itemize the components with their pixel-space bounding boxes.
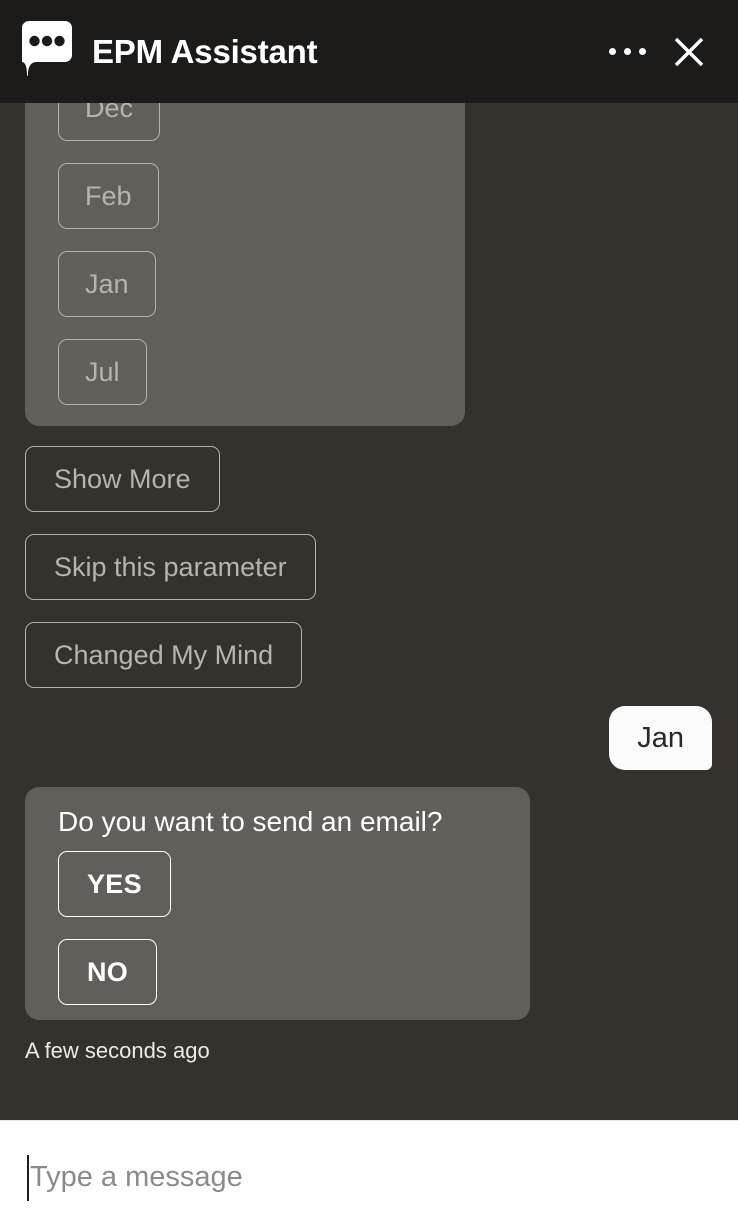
option-row: Jul xyxy=(58,339,465,405)
month-option-chip[interactable]: Dec xyxy=(58,103,161,141)
skip-this-parameter-button[interactable]: Skip this parameter xyxy=(25,534,316,600)
message-input[interactable] xyxy=(27,1161,670,1194)
menu-dot xyxy=(623,48,631,55)
option-row: Dec xyxy=(58,103,465,163)
month-option-chip[interactable]: Jan xyxy=(58,251,156,317)
close-icon[interactable] xyxy=(662,25,716,79)
confirm-prompt-text: Do you want to send an email? xyxy=(58,806,443,837)
month-option-chip[interactable]: Jul xyxy=(58,339,147,405)
confirm-no-button[interactable]: NO xyxy=(58,939,158,1005)
option-row: YES xyxy=(58,851,530,939)
page-title: EPM Assistant xyxy=(92,32,318,70)
user-message: Jan xyxy=(609,706,712,770)
confirm-yes-button[interactable]: YES xyxy=(58,851,171,917)
overflow-menu-icon[interactable] xyxy=(600,25,654,79)
option-row: NO xyxy=(58,939,530,1005)
option-row: Jan xyxy=(58,251,465,339)
menu-dot xyxy=(638,48,646,55)
text-caret xyxy=(27,1155,29,1201)
bot-message-month-options: Dec Feb Jan Jul xyxy=(25,103,465,426)
menu-dot xyxy=(608,48,616,55)
bot-message-email-confirm: Do you want to send an email? YES NO xyxy=(25,787,530,1020)
window-header: EPM Assistant xyxy=(0,0,738,103)
month-option-chip[interactable]: Feb xyxy=(58,163,159,229)
message-timestamp: A few seconds ago xyxy=(25,1038,210,1063)
composer-inner xyxy=(0,1121,738,1232)
message-list[interactable]: Dec Feb Jan Jul Show More Skip this para… xyxy=(0,103,738,1120)
message-composer[interactable] xyxy=(0,1120,738,1232)
show-more-button[interactable]: Show More xyxy=(25,446,220,512)
changed-my-mind-button[interactable]: Changed My Mind xyxy=(25,622,303,688)
chat-bubble-dots-icon xyxy=(22,20,72,76)
option-row: Feb xyxy=(58,163,465,251)
epm-assistant-chat-window: EPM Assistant Dec Feb Jan Jul Show More … xyxy=(0,0,738,1232)
